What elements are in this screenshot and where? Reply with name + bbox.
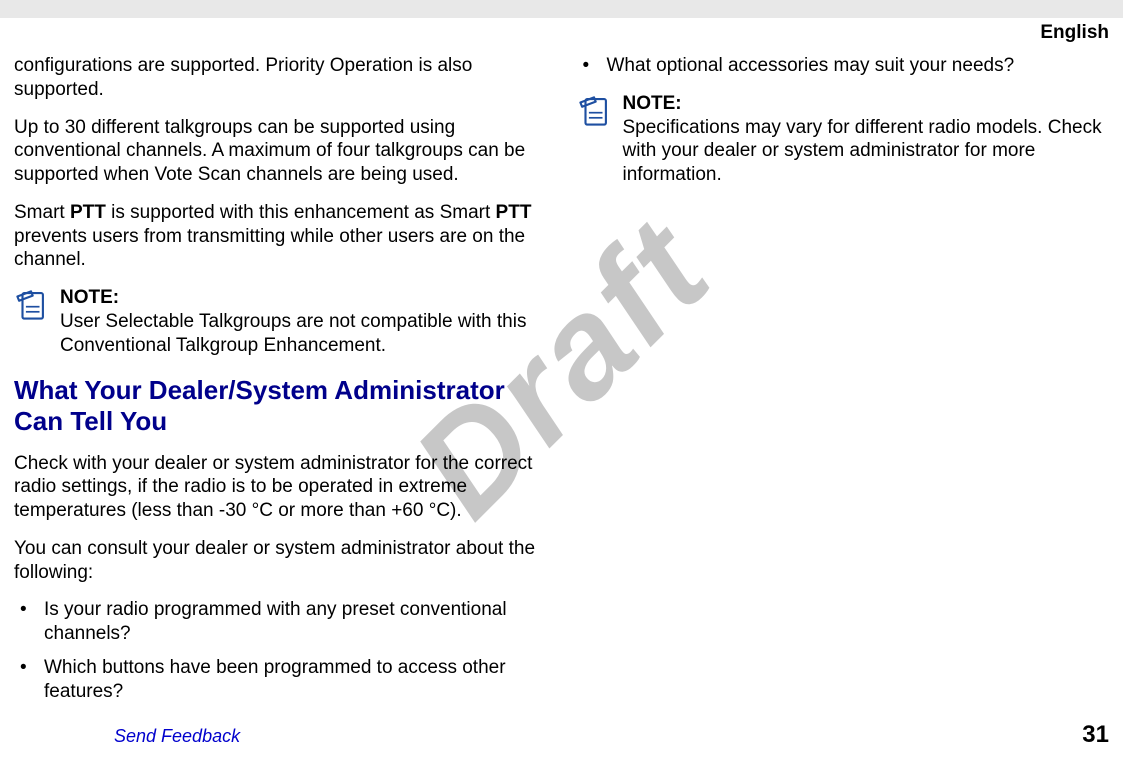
note-block: NOTE: User Selectable Talkgroups are not… (14, 286, 547, 357)
paragraph: Smart PTT is supported with this enhance… (14, 201, 547, 272)
bold-text: PTT (70, 202, 106, 223)
language-label: English (1040, 22, 1109, 44)
list-item: Is your radio programmed with any preset… (14, 598, 547, 646)
note-block: NOTE: Specifications may vary for differ… (577, 92, 1110, 187)
page-number: 31 (1082, 721, 1109, 749)
note-label: NOTE: (60, 287, 119, 308)
bold-text: PTT (496, 202, 532, 223)
note-icon (14, 288, 48, 322)
paragraph: configurations are supported. Priority O… (14, 54, 547, 102)
note-label: NOTE: (623, 93, 682, 114)
send-feedback-link[interactable]: Send Feedback (14, 726, 240, 747)
section-heading: What Your Dealer/System Administrator Ca… (14, 375, 547, 437)
top-grey-bar (0, 0, 1123, 18)
text-run: prevents users from transmitting while o… (14, 226, 525, 271)
list-item: What optional accessories may suit your … (577, 54, 1110, 78)
paragraph: Up to 30 different talkgroups can be sup… (14, 116, 547, 187)
page-footer: Send Feedback 31 (14, 721, 1109, 749)
paragraph: You can consult your dealer or system ad… (14, 537, 547, 585)
note-body: NOTE: User Selectable Talkgroups are not… (60, 286, 547, 357)
note-icon (577, 94, 611, 128)
list-item: Which buttons have been programmed to ac… (14, 656, 547, 704)
note-text: Specifications may vary for different ra… (623, 117, 1102, 186)
text-run: Smart (14, 202, 70, 223)
page-body: configurations are supported. Priority O… (14, 54, 1109, 711)
text-run: is supported with this enhancement as Sm… (106, 202, 496, 223)
paragraph: Check with your dealer or system adminis… (14, 452, 547, 523)
note-text: User Selectable Talkgroups are not compa… (60, 311, 526, 356)
note-body: NOTE: Specifications may vary for differ… (623, 92, 1110, 187)
